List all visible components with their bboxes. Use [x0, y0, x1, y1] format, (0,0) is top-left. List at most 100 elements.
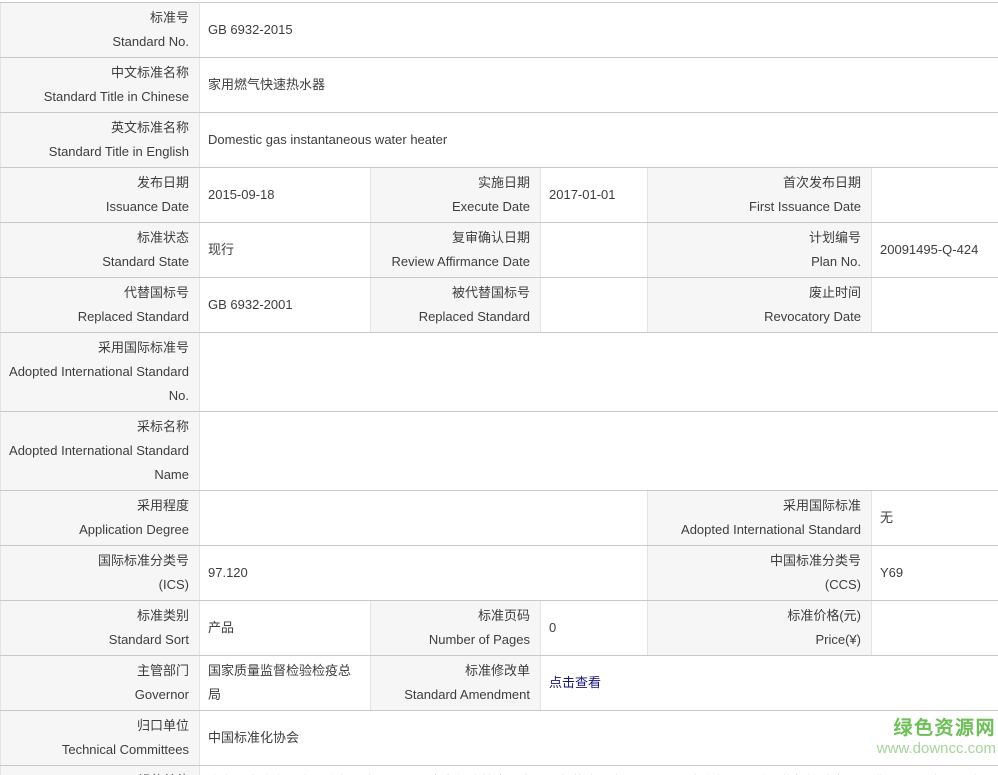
standard-state-label-en: Standard State: [102, 254, 189, 269]
price-value: [870, 600, 998, 656]
row-adopted-intl-name: 采标名称 Adopted International Standard Name: [0, 411, 998, 491]
number-of-pages-label: 标准页码 Number of Pages: [370, 600, 541, 656]
drafting-committee-value: 广东万家广东万家乐燃气具有限公司、青岛经济技术开发区海尔热水器有限公司、国家燃气…: [198, 765, 998, 775]
adopted-intl-standard-no-label-en: Adopted International Standard No.: [9, 364, 189, 403]
row-drafting-committee: 起草单位 Drafting Committee 广东万家广东万家乐燃气具有限公司…: [0, 765, 998, 775]
row-sort-pages-price: 标准类别 Standard Sort 产品 标准页码 Number of Pag…: [0, 600, 998, 656]
execute-date-label: 实施日期 Execute Date: [370, 167, 541, 223]
plan-no-label: 计划编号 Plan No.: [647, 222, 872, 278]
revocatory-date-label: 废止时间 Revocatory Date: [647, 277, 872, 333]
standard-state-label: 标准状态 Standard State: [0, 222, 200, 278]
replaced-standard-value: GB 6932-2001: [199, 277, 371, 333]
replaced-by-standard-label: 被代替国标号 Replaced Standard: [370, 277, 541, 333]
standard-state-label-zh: 标准状态: [136, 230, 189, 245]
revocatory-date-value: [870, 277, 998, 333]
title-chinese-value: 家用燃气快速热水器: [198, 57, 998, 113]
adopted-intl-standard-no-value: [198, 332, 998, 412]
application-degree-label: 采用程度 Application Degree: [0, 490, 200, 546]
replaced-by-standard-label-en: Replaced Standard: [418, 309, 530, 324]
standard-amendment-label-en: Standard Amendment: [404, 687, 530, 702]
ics-value: 97.120: [199, 545, 648, 601]
plan-no-value: 20091495-Q-424: [870, 222, 998, 278]
replaced-by-standard-value: [540, 277, 648, 333]
adopted-intl-standard-label-zh: 采用国际标准: [782, 498, 861, 513]
first-issuance-date-label-en: First Issuance Date: [749, 199, 861, 214]
review-affirmance-date-label: 复审确认日期 Review Affirmance Date: [370, 222, 541, 278]
row-state-plan: 标准状态 Standard State 现行 复审确认日期 Review Aff…: [0, 222, 998, 278]
standard-no-value: GB 6932-2015: [198, 2, 998, 58]
standard-no-label: 标准号 Standard No.: [0, 2, 200, 58]
adopted-intl-standard-label-en: Adopted International Standard: [681, 522, 861, 537]
standard-amendment-link[interactable]: 点击查看: [549, 675, 601, 690]
row-application-degree: 采用程度 Application Degree 采用国际标准 Adopted I…: [0, 490, 998, 546]
standard-sort-label-en: Standard Sort: [108, 632, 189, 647]
first-issuance-date-label: 首次发布日期 First Issuance Date: [647, 167, 872, 223]
governor-value: 国家质量监督检验检疫总局: [199, 655, 371, 711]
ccs-label-zh: 中国标准分类号: [769, 553, 861, 568]
application-degree-value: [199, 490, 648, 546]
standard-sort-value: 产品: [199, 600, 371, 656]
ccs-label: 中国标准分类号 (CCS): [647, 545, 872, 601]
ccs-label-en: (CCS): [824, 577, 861, 592]
number-of-pages-value: 0: [540, 600, 648, 656]
title-chinese-label-en: Standard Title in Chinese: [43, 89, 189, 104]
issuance-date-value: 2015-09-18: [199, 167, 371, 223]
revocatory-date-label-en: Revocatory Date: [764, 309, 861, 324]
review-affirmance-date-label-zh: 复审确认日期: [451, 230, 530, 245]
row-title-chinese: 中文标准名称 Standard Title in Chinese 家用燃气快速热…: [0, 57, 998, 113]
adopted-intl-standard-name-label: 采标名称 Adopted International Standard Name: [0, 411, 200, 491]
price-label-en: Price(¥): [815, 632, 861, 647]
row-technical-committees: 归口单位 Technical Committees 中国标准化协会: [0, 710, 998, 766]
title-chinese-label: 中文标准名称 Standard Title in Chinese: [0, 57, 200, 113]
technical-committees-label-zh: 归口单位: [136, 718, 189, 733]
standard-sort-label-zh: 标准类别: [136, 608, 189, 623]
row-standard-no: 标准号 Standard No. GB 6932-2015: [0, 2, 998, 58]
issuance-date-label-zh: 发布日期: [136, 175, 189, 190]
row-governor-amendment: 主管部门 Governor 国家质量监督检验检疫总局 标准修改单 Standar…: [0, 655, 998, 711]
row-adopted-intl-no: 采用国际标准号 Adopted International Standard N…: [0, 332, 998, 412]
issuance-date-label: 发布日期 Issuance Date: [0, 167, 200, 223]
row-classification: 国际标准分类号 (ICS) 97.120 中国标准分类号 (CCS) Y69: [0, 545, 998, 601]
standard-detail-table: 标准号 Standard No. GB 6932-2015 中文标准名称 Sta…: [0, 2, 998, 775]
replaced-standard-label-en: Replaced Standard: [77, 309, 189, 324]
row-title-english: 英文标准名称 Standard Title in English Domesti…: [0, 112, 998, 168]
technical-committees-value: 中国标准化协会: [198, 710, 998, 766]
number-of-pages-label-zh: 标准页码: [477, 608, 530, 623]
number-of-pages-label-en: Number of Pages: [428, 632, 530, 647]
standard-amendment-label: 标准修改单 Standard Amendment: [370, 655, 541, 711]
standard-no-label-zh: 标准号: [149, 10, 189, 25]
application-degree-label-en: Application Degree: [79, 522, 189, 537]
plan-no-label-zh: 计划编号: [808, 230, 861, 245]
standard-amendment-value: 点击查看: [539, 655, 998, 711]
drafting-committee-label-zh: 起草单位: [5, 769, 189, 775]
execute-date-value: 2017-01-01: [540, 167, 648, 223]
technical-committees-label: 归口单位 Technical Committees: [0, 710, 200, 766]
row-replaced: 代替国标号 Replaced Standard GB 6932-2001 被代替…: [0, 277, 998, 333]
standard-amendment-label-zh: 标准修改单: [464, 663, 530, 678]
adopted-intl-standard-no-label-zh: 采用国际标准号: [97, 340, 189, 355]
title-chinese-label-zh: 中文标准名称: [110, 65, 189, 80]
standard-sort-label: 标准类别 Standard Sort: [0, 600, 200, 656]
technical-committees-label-en: Technical Committees: [61, 742, 189, 757]
replaced-standard-label: 代替国标号 Replaced Standard: [0, 277, 200, 333]
revocatory-date-label-zh: 废止时间: [808, 285, 861, 300]
row-dates: 发布日期 Issuance Date 2015-09-18 实施日期 Execu…: [0, 167, 998, 223]
first-issuance-date-label-zh: 首次发布日期: [782, 175, 861, 190]
review-affirmance-date-label-en: Review Affirmance Date: [391, 254, 531, 269]
governor-label: 主管部门 Governor: [0, 655, 200, 711]
application-degree-label-zh: 采用程度: [136, 498, 189, 513]
governor-label-zh: 主管部门: [136, 663, 189, 678]
title-english-label-en: Standard Title in English: [48, 144, 189, 159]
replaced-standard-label-zh: 代替国标号: [123, 285, 189, 300]
title-english-label: 英文标准名称 Standard Title in English: [0, 112, 200, 168]
adopted-intl-standard-name-label-en: Adopted International Standard Name: [9, 443, 189, 482]
adopted-intl-standard-name-value: [198, 411, 998, 491]
adopted-intl-standard-name-label-zh: 采标名称: [136, 419, 189, 434]
ics-label-en: (ICS): [158, 577, 189, 592]
title-english-label-zh: 英文标准名称: [110, 120, 189, 135]
price-label: 标准价格(元) Price(¥): [647, 600, 872, 656]
adopted-intl-standard-label: 采用国际标准 Adopted International Standard: [647, 490, 872, 546]
plan-no-label-en: Plan No.: [811, 254, 861, 269]
adopted-intl-standard-value: 无: [870, 490, 998, 546]
standard-no-label-en: Standard No.: [112, 34, 189, 49]
